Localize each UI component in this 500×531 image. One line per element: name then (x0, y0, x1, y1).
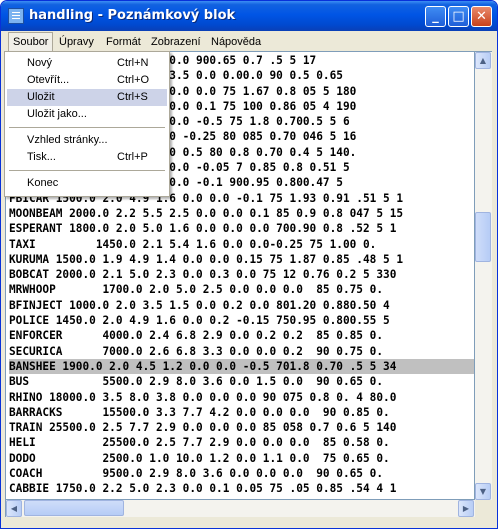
menu-item-save[interactable]: Uložit Ctrl+S (7, 89, 167, 106)
text-line: BUS 5500.0 2.9 8.0 3.6 0.0 1.5 0.0 90 0.… (9, 375, 384, 389)
window-title: handling - Poznámkový blok (29, 8, 236, 23)
text-line: POLICE 1450.0 2.0 4.9 1.6 0.0 0.2 -0.15 … (9, 314, 390, 328)
scroll-right-arrow-icon[interactable]: ▶ (458, 500, 474, 517)
text-line: SECURICA 7000.0 2.6 6.8 3.3 0.0 0.0 0.2 … (9, 344, 384, 358)
menu-item-label: Uložit jako... (27, 108, 87, 120)
scroll-left-arrow-icon[interactable]: ◀ (6, 500, 22, 517)
menu-item-shortcut: Ctrl+S (117, 91, 148, 103)
text-line: DODO 2500.0 1.0 10.0 1.2 0.0 1.1 0.0 75 … (9, 451, 390, 465)
menu-zobrazeni[interactable]: Zobrazení (147, 32, 205, 52)
text-line: BOBCAT 2000.0 2.1 5.0 2.3 0.0 0.3 0.0 75… (9, 268, 397, 282)
text-line: RHINO 18000.0 3.5 8.0 3.8 0.0 0.0 0.0 90… (9, 390, 397, 404)
menu-separator (9, 170, 165, 171)
text-line: BFINJECT 1000.0 2.0 3.5 1.5 0.0 0.2 0.0 … (9, 298, 390, 312)
text-line: MOONBEAM 2000.0 2.2 5.5 2.5 0.0 0.0 0.1 … (9, 206, 404, 220)
close-button[interactable]: ✕ (471, 6, 492, 27)
file-menu-dropdown: Nový Ctrl+N Otevřít... Ctrl+O Uložit Ctr… (4, 51, 170, 197)
menu-item-open[interactable]: Otevřít... Ctrl+O (7, 72, 167, 89)
title-bar[interactable]: handling - Poznámkový blok _ □ ✕ (1, 1, 497, 31)
horizontal-scrollbar[interactable]: ◀ ▶ (5, 500, 475, 517)
vertical-scroll-thumb[interactable] (475, 212, 491, 262)
vertical-scrollbar[interactable]: ▲ ▼ (475, 51, 492, 500)
text-line: TRAIN 25500.0 2.5 7.7 2.9 0.0 0.0 0.0 85… (9, 421, 397, 435)
menu-soubor[interactable]: Soubor (8, 32, 54, 52)
menu-item-label: Vzhled stránky... (27, 134, 108, 146)
scroll-down-arrow-icon[interactable]: ▼ (475, 483, 491, 500)
menu-napoveda[interactable]: Nápověda (207, 32, 265, 52)
horizontal-scroll-thumb[interactable] (24, 500, 124, 516)
text-line: TAXI 1450.0 2.1 5.4 1.6 0.0 0.0-0.25 75 … (9, 237, 377, 251)
menu-bar: Soubor Úpravy Formát Zobrazení Nápověda (4, 32, 494, 52)
menu-item-label: Nový (27, 57, 53, 69)
minimize-button[interactable]: _ (425, 6, 446, 27)
text-line: BARRACKS 15500.0 3.3 7.7 4.2 0.0 0.0 0.0… (9, 405, 390, 419)
menu-item-shortcut: Ctrl+P (117, 151, 148, 163)
text-line: CABBIE 1750.0 2.2 5.0 2.3 0.0 0.1 0.05 7… (9, 482, 397, 496)
menu-item-exit[interactable]: Konec (7, 175, 167, 192)
resize-grip-icon[interactable] (475, 500, 492, 517)
maximize-button[interactable]: □ (448, 6, 469, 27)
menu-item-save-as[interactable]: Uložit jako... (7, 106, 167, 123)
text-line: MRWHOOP 1700.0 2.0 5.0 2.5 0.0 0.0 0.0 8… (9, 283, 384, 297)
menu-item-shortcut: Ctrl+N (117, 57, 149, 69)
menu-format[interactable]: Formát (102, 32, 145, 52)
text-line: ENFORCER 4000.0 2.4 6.8 2.9 0.0 0.2 0.2 … (9, 329, 384, 343)
menu-separator (9, 127, 165, 128)
notepad-icon (8, 8, 24, 24)
menu-item-print[interactable]: Tisk... Ctrl+P (7, 149, 167, 166)
menu-upravy[interactable]: Úpravy (55, 32, 98, 52)
menu-item-shortcut: Ctrl+O (117, 74, 150, 86)
text-line: BANSHEE 1900.0 2.0 4.5 1.2 0.0 0.0 -0.5 … (9, 358, 474, 375)
scroll-up-arrow-icon[interactable]: ▲ (475, 52, 491, 69)
text-line: KURUMA 1500.0 1.9 4.9 1.4 0.0 0.0 0.15 7… (9, 252, 404, 266)
menu-item-new[interactable]: Nový Ctrl+N (7, 55, 167, 72)
menu-item-label: Tisk... (27, 151, 56, 163)
menu-item-label: Konec (27, 177, 59, 189)
menu-item-label: Uložit (27, 91, 55, 103)
text-line: ESPERANT 1800.0 2.0 5.0 1.6 0.0 0.0 0.0 … (9, 222, 397, 236)
text-line: HELI 25500.0 2.5 7.7 2.9 0.0 0.0 0.0 85 … (9, 436, 390, 450)
menu-item-page-setup[interactable]: Vzhled stránky... (7, 132, 167, 149)
text-line: COACH 9500.0 2.9 8.0 3.6 0.0 0.0 0.0 90 … (9, 467, 384, 481)
menu-item-label: Otevřít... (27, 74, 70, 86)
